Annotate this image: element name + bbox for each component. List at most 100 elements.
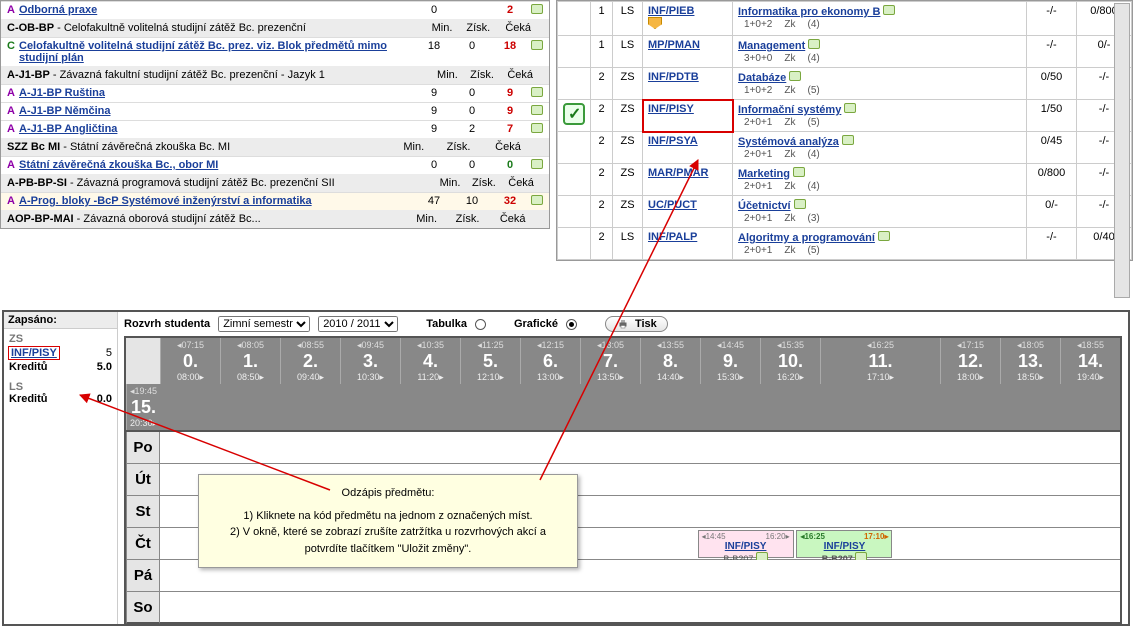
schedule-right: Rozvrh studenta Zimní semestr 2010 / 201… <box>118 312 1128 624</box>
subject-name-link[interactable]: Informační systémy <box>738 104 841 116</box>
day-label: Po <box>126 432 160 464</box>
time-header: ◂07:15 0. 08:00▸ ◂08:05 1. 08:50▸ ◂08:55… <box>124 336 1122 432</box>
block-row: A A-J1-BP Němčina 90 9 <box>1 102 549 120</box>
time-slot: ◂13:05 7. 13:50▸ <box>580 338 640 384</box>
subject-name-link[interactable]: Marketing <box>738 168 790 180</box>
chat-icon[interactable] <box>794 199 806 209</box>
day-label: Út <box>126 464 160 496</box>
check-icon[interactable] <box>563 103 585 125</box>
time-slot: ◂11:25 5. 12:10▸ <box>460 338 520 384</box>
zs-subject-count: 5 <box>106 347 112 359</box>
schedule-panel: Zapsáno: ZS INF/PISY 5 Kreditů 5.0 LS Kr… <box>2 310 1130 626</box>
note-title: Odzápis předmětu: <box>213 485 563 502</box>
chat-icon[interactable] <box>793 167 805 177</box>
subject-row: 1 LS INF/PIEB Informatika pro ekonomy B … <box>558 2 1132 36</box>
chat-icon[interactable] <box>531 4 543 14</box>
enrolled-title: Zapsáno: <box>4 312 117 329</box>
chat-icon[interactable] <box>878 231 890 241</box>
chat-icon[interactable] <box>531 87 543 97</box>
subject-name-link[interactable]: Systémová analýza <box>738 136 839 148</box>
year-select[interactable]: 2010 / 2011 <box>318 316 398 332</box>
ls-label: LS <box>9 381 112 393</box>
time-slot: ◂16:25 11. 17:10▸ <box>820 338 940 384</box>
day-label: So <box>126 592 160 624</box>
day-slots-Po <box>160 432 1120 464</box>
ls-kred-label: Kreditů <box>9 393 48 405</box>
time-slot: ◂18:55 14. 19:40▸ <box>1060 338 1120 384</box>
day-label: Pá <box>126 560 160 592</box>
ls-kred-val: 0.0 <box>97 393 112 405</box>
subject-row: 2 ZS INF/PSYA Systémová analýza 2+0+1Zk(… <box>558 132 1132 164</box>
tabulka-radio[interactable] <box>475 319 486 330</box>
time-slot: ◂15:35 10. 16:20▸ <box>760 338 820 384</box>
flag-icon <box>648 17 662 29</box>
schedule-event[interactable]: ◂16:2517:10▸ INF/PISY B-B207 <box>796 530 892 558</box>
chat-icon[interactable] <box>844 103 856 113</box>
chat-icon[interactable] <box>883 5 895 15</box>
chat-icon[interactable] <box>531 40 543 50</box>
chat-icon[interactable] <box>531 195 543 205</box>
zs-kred-val: 5.0 <box>97 361 112 373</box>
printer-icon <box>616 318 630 330</box>
subject-code-link[interactable]: MAR/PMAR <box>648 167 709 179</box>
chat-icon[interactable] <box>531 159 543 169</box>
chat-icon[interactable] <box>531 123 543 133</box>
time-slot: ◂10:35 4. 11:20▸ <box>400 338 460 384</box>
chat-icon[interactable] <box>808 39 820 49</box>
subject-name-link[interactable]: Management <box>738 40 805 52</box>
graficke-label: Grafické <box>514 318 558 330</box>
subject-code-link[interactable]: INF/PISY <box>648 103 694 115</box>
note-line1: 1) Kliknete na kód předmětu na jednom z … <box>213 508 563 525</box>
subject-row: 2 ZS UC/PUCT Účetnictví 2+0+1Zk(3) 0/- -… <box>558 196 1132 228</box>
schedule-event[interactable]: ◂14:4516:20▸ INF/PISY B-B207 <box>698 530 794 558</box>
top-area: A Odborná praxe 0 2 C-OB-BP - Celofakult… <box>0 0 1133 300</box>
subject-name-link[interactable]: Databáze <box>738 72 786 84</box>
subject-row: 2 LS INF/PALP Algoritmy a programování 2… <box>558 228 1132 260</box>
subject-name-link[interactable]: Algoritmy a programování <box>738 232 875 244</box>
block-row: A Státní závěrečná zkouška Bc., obor MI … <box>1 156 549 174</box>
day-row: So <box>124 592 1122 624</box>
chat-icon[interactable] <box>842 135 854 145</box>
day-slots-So <box>160 592 1120 624</box>
time-slot: ◂13:55 8. 14:40▸ <box>640 338 700 384</box>
block-row-link[interactable]: Odborná praxe <box>19 4 97 16</box>
graficke-radio[interactable] <box>566 319 577 330</box>
day-label: Čt <box>126 528 160 560</box>
chat-icon[interactable] <box>789 71 801 81</box>
print-button[interactable]: Tisk <box>605 316 668 332</box>
block-row-link[interactable]: A-J1-BP Angličtina <box>19 123 117 135</box>
zs-subject-link[interactable]: INF/PISY <box>9 347 59 359</box>
enrolled-sidebar: Zapsáno: ZS INF/PISY 5 Kreditů 5.0 LS Kr… <box>4 312 118 624</box>
time-slot: ◂14:45 9. 15:30▸ <box>700 338 760 384</box>
blocks-panel: A Odborná praxe 0 2 C-OB-BP - Celofakult… <box>0 0 550 229</box>
subject-code-link[interactable]: UC/PUCT <box>648 199 697 211</box>
subject-name-link[interactable]: Informatika pro ekonomy B <box>738 6 880 18</box>
block-row: A A-J1-BP Angličtina 92 7 <box>1 120 549 138</box>
subject-code-link[interactable]: INF/PSYA <box>648 135 698 147</box>
time-slot: ◂12:15 6. 13:00▸ <box>520 338 580 384</box>
subject-code-link[interactable]: INF/PIEB <box>648 5 694 17</box>
subject-row: 2 ZS INF/PDTB Databáze 1+0+2Zk(5) 0/50 -… <box>558 68 1132 100</box>
chat-icon[interactable] <box>531 105 543 115</box>
subject-row: 2 ZS INF/PISY Informační systémy 2+0+1Zk… <box>558 100 1132 132</box>
subject-code-link[interactable]: INF/PALP <box>648 231 697 243</box>
time-slot: ◂19:45 15. 20:30▸ <box>126 384 160 430</box>
schedule-title: Rozvrh studenta <box>124 318 210 330</box>
subject-code-link[interactable]: MP/PMAN <box>648 39 700 51</box>
subject-name-link[interactable]: Účetnictví <box>738 200 791 212</box>
subject-code-link[interactable]: INF/PDTB <box>648 71 699 83</box>
block-row-link[interactable]: Celofakultně volitelná studijní zátěž Bc… <box>19 40 387 64</box>
scrollbar[interactable] <box>1114 3 1130 298</box>
tabulka-label: Tabulka <box>426 318 467 330</box>
semester-select[interactable]: Zimní semestr <box>218 316 310 332</box>
block-row-link[interactable]: A-J1-BP Němčina <box>19 105 111 117</box>
instruction-note: Odzápis předmětu: 1) Kliknete na kód pře… <box>198 474 578 568</box>
zs-label: ZS <box>9 333 112 345</box>
block-row-link[interactable]: A-Prog. bloky -BcP Systémové inženýrství… <box>19 195 312 207</box>
time-slot: ◂08:05 1. 08:50▸ <box>220 338 280 384</box>
block-row-link[interactable]: Státní závěrečná zkouška Bc., obor MI <box>19 159 218 171</box>
block-row: A A-J1-BP Ruština 90 9 <box>1 84 549 102</box>
block-row: A A-Prog. bloky -BcP Systémové inženýrst… <box>1 192 549 210</box>
block-row-link[interactable]: A-J1-BP Ruština <box>19 87 105 99</box>
zs-kred-label: Kreditů <box>9 361 48 373</box>
